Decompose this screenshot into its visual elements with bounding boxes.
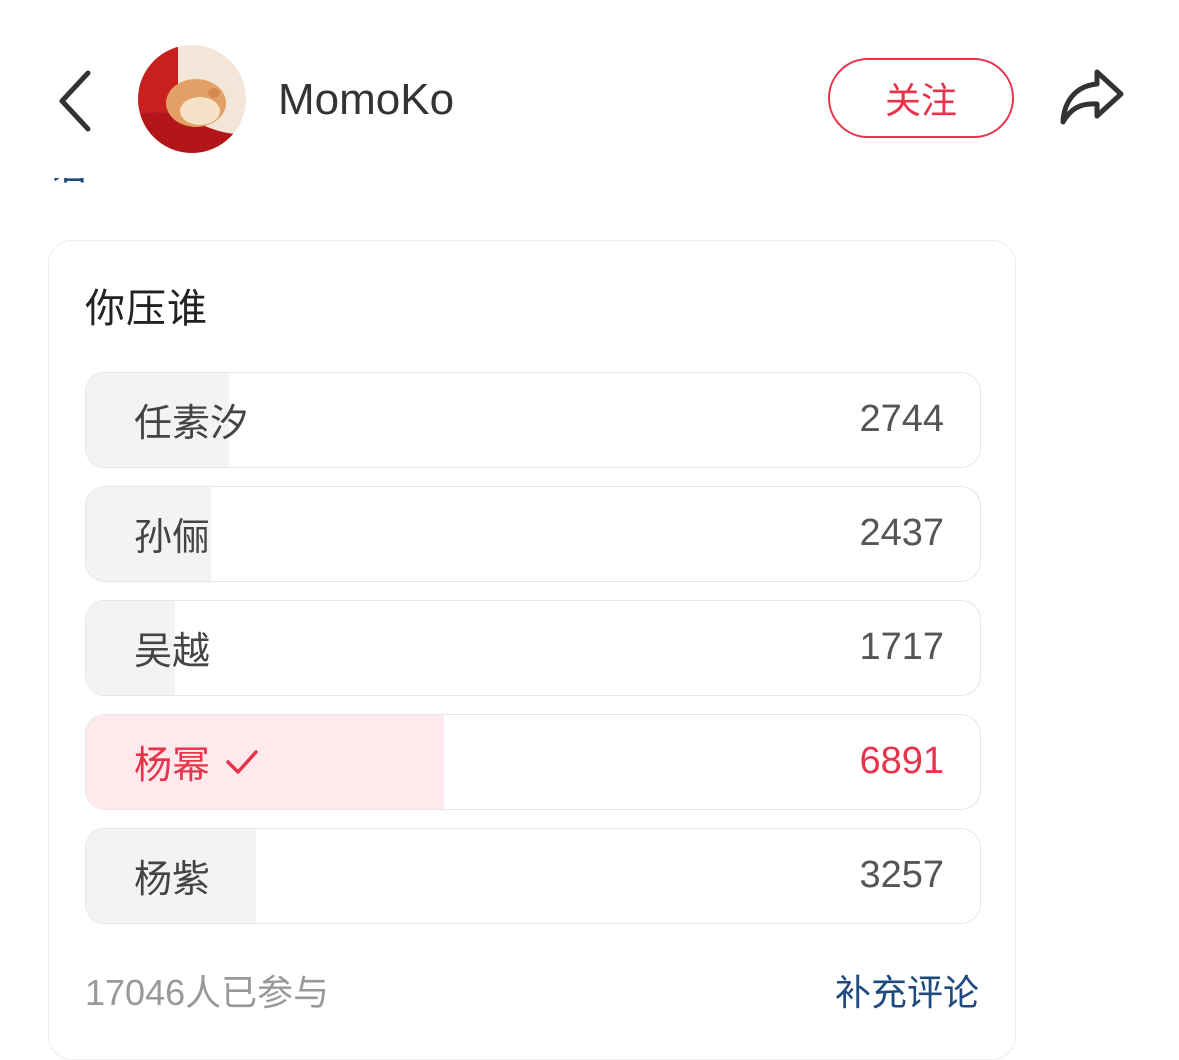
back-button[interactable] <box>50 66 100 136</box>
option-count: 6891 <box>859 740 944 782</box>
option-count: 2744 <box>859 398 944 440</box>
check-icon <box>226 749 258 774</box>
poll-option[interactable]: 吴越 1717 <box>85 600 981 696</box>
option-count: 1717 <box>859 626 944 668</box>
follow-button[interactable]: 关注 <box>828 58 1014 138</box>
option-name: 任素汐 <box>134 403 249 445</box>
poll-title: 你压谁 <box>85 287 208 331</box>
top-bar: MomoKo 关注 <box>0 0 1179 200</box>
poll-option[interactable]: 任素汐 2744 <box>85 372 981 468</box>
option-name: 孙俪 <box>134 517 211 559</box>
poll-option[interactable]: 孙俪 2437 <box>85 486 981 582</box>
option-name: 杨幂 <box>134 715 260 808</box>
truncated-text-label: 语 <box>48 178 92 188</box>
avatar[interactable] <box>138 45 246 153</box>
option-name: 吴越 <box>134 631 211 673</box>
truncated-text: 语 <box>48 178 92 190</box>
participants-count: 17046人已参与 <box>85 972 330 1013</box>
share-button[interactable] <box>1055 60 1129 134</box>
poll-option[interactable]: 杨紫 3257 <box>85 828 981 924</box>
chevron-left-icon <box>59 70 91 132</box>
poll-option-selected[interactable]: 杨幂 6891 <box>85 714 981 810</box>
poll-card: 你压谁 任素汐 2744 孙俪 2437 吴越 1717 杨幂 6891 杨紫 … <box>48 240 1016 1060</box>
option-count: 2437 <box>859 512 944 554</box>
share-arrow-icon <box>1060 69 1124 125</box>
add-comment-link[interactable]: 补充评论 <box>835 971 979 1015</box>
option-count: 3257 <box>859 854 944 896</box>
option-name-label: 杨幂 <box>134 745 211 787</box>
username[interactable]: MomoKo <box>278 74 454 126</box>
option-name: 杨紫 <box>134 859 211 901</box>
avatar-image <box>138 45 246 153</box>
